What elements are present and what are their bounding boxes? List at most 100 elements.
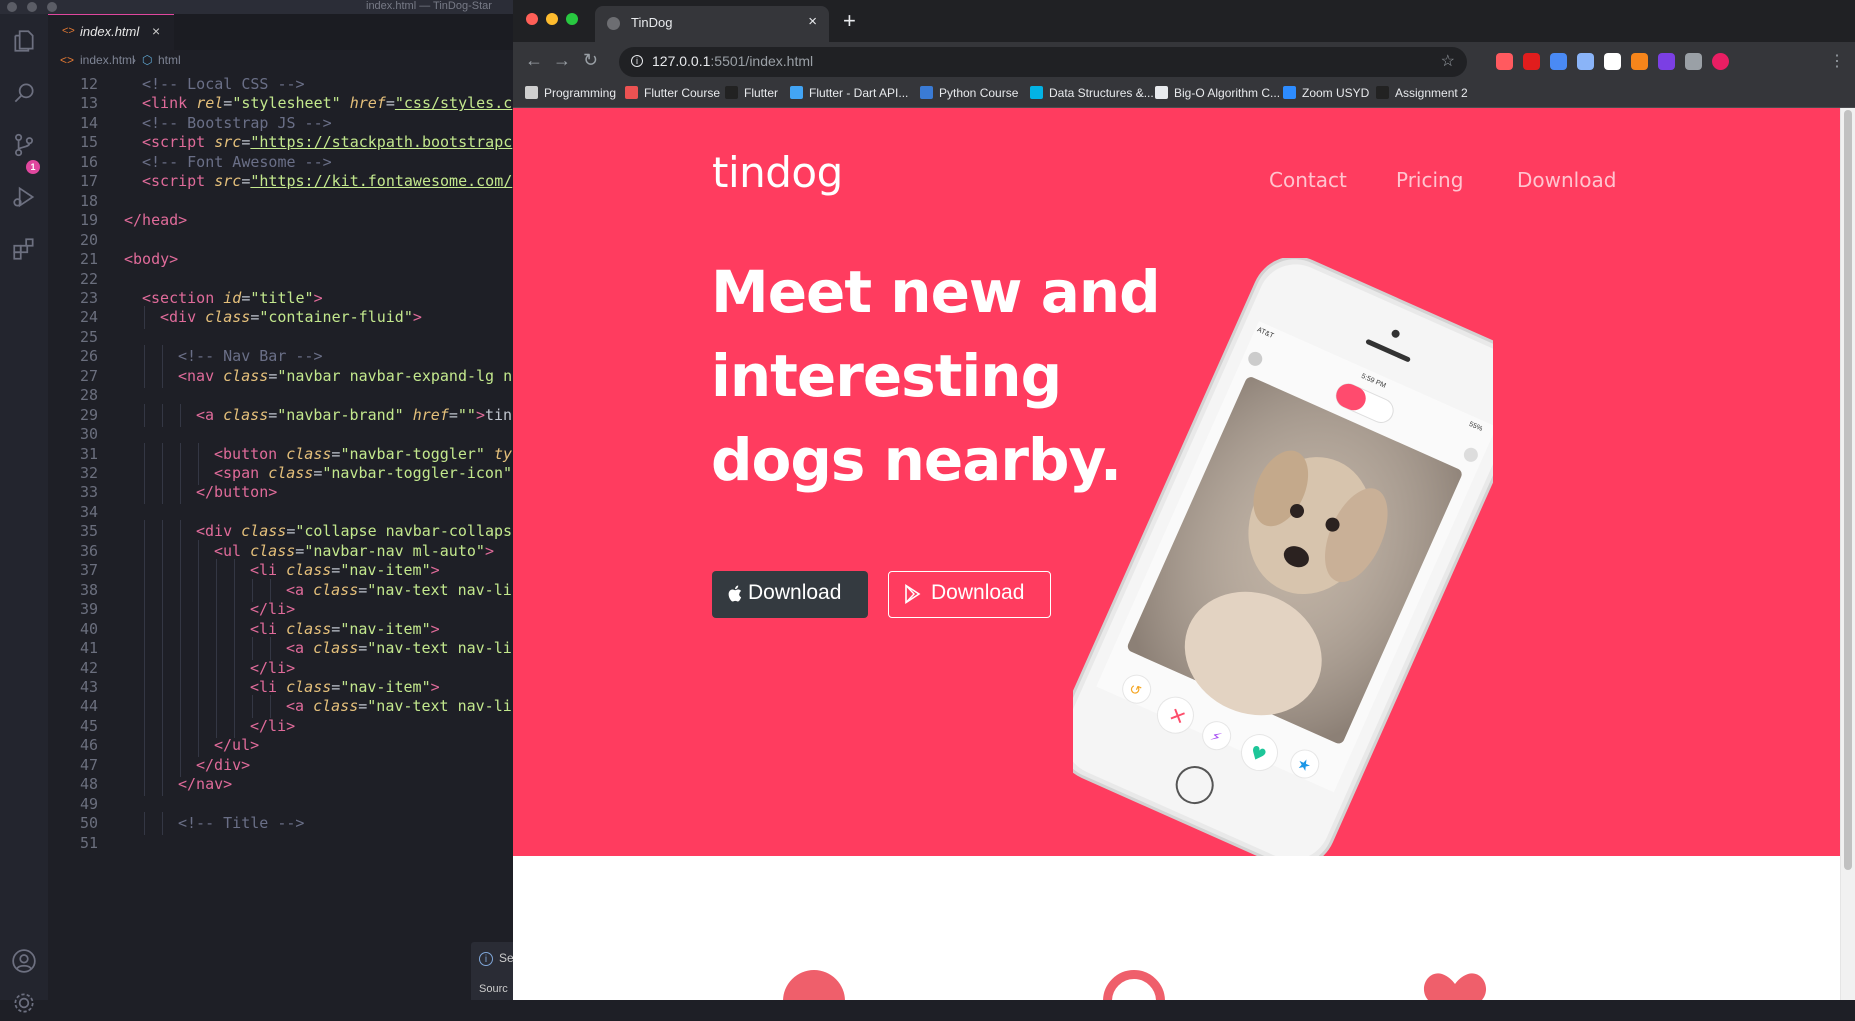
google-play-download-button[interactable]: Download [888, 571, 1051, 618]
notification-title: Se [499, 951, 514, 965]
bookmark-label: Programming [544, 86, 617, 100]
search-icon[interactable] [11, 80, 37, 106]
bookmark-item[interactable]: Big-O Algorithm C... [1155, 86, 1280, 100]
notion-icon[interactable] [1604, 53, 1621, 70]
brave-shield-icon[interactable] [1496, 53, 1513, 70]
browser-tab-strip: TinDog × + [513, 0, 1855, 42]
bookmarks-bar: Programming Flutter Course Flutter Flutter … [513, 82, 1855, 108]
new-tab-button[interactable]: + [843, 8, 856, 34]
source-control-badge: 1 [26, 160, 40, 174]
bookmark-label: Big-O Algorithm C... [1174, 86, 1281, 100]
account-icon[interactable] [11, 948, 37, 974]
line-number: 51 [79, 833, 98, 852]
google-play-download-label: Download [931, 581, 1025, 604]
bullseye-icon [1103, 970, 1165, 1000]
metamask-icon[interactable] [1631, 53, 1648, 70]
bookmark-item[interactable]: Zoom USYD [1283, 86, 1369, 100]
breadcrumb-separator: › [132, 53, 136, 67]
source-control-icon[interactable] [11, 132, 37, 158]
notification-toast[interactable]: i Se Sourc [471, 942, 514, 1000]
back-arrow-icon[interactable]: ← [525, 50, 543, 71]
browser-tab-tindog[interactable]: TinDog × [595, 6, 829, 42]
vscode-titlebar: index.html — TinDog-Star [0, 0, 513, 14]
tab-label: index.html [80, 24, 140, 39]
puzzle-icon[interactable] [1685, 53, 1702, 70]
breadcrumb: <> index.html › ⬡ html [48, 50, 513, 70]
hero-section: tindog Contact Pricing Download Meet new… [513, 108, 1840, 856]
flutter-icon [790, 86, 803, 99]
browser-window: TinDog × + ← → ↻ i 127.0.0.1:5501/index.… [513, 0, 1855, 1000]
udemy-icon [625, 86, 638, 99]
page-viewport: tindog Contact Pricing Download Meet new… [513, 108, 1840, 1000]
forward-arrow-icon[interactable]: → [553, 50, 571, 71]
html-file-icon: <> [60, 53, 75, 67]
bookmark-item[interactable]: Flutter Course [625, 86, 720, 100]
bookmark-item[interactable]: Data Structures &... [1030, 86, 1154, 100]
url-text[interactable]: 127.0.0.1:5501/index.html [652, 53, 813, 69]
address-bar[interactable]: i 127.0.0.1:5501/index.html ☆ [619, 47, 1467, 77]
breadcrumb-node[interactable]: html [158, 53, 181, 67]
window-minimize-button[interactable] [27, 2, 37, 12]
bookmark-item[interactable]: Flutter [725, 86, 778, 100]
apple-icon [728, 585, 742, 602]
google-play-icon [905, 584, 921, 604]
breadcrumb-file[interactable]: index.html [80, 53, 135, 67]
reload-icon[interactable]: ↻ [583, 50, 598, 71]
window-close-button[interactable] [7, 2, 17, 12]
google-translate-icon[interactable] [1550, 53, 1567, 70]
window-zoom-button[interactable] [47, 2, 57, 12]
code-line[interactable]: 51 [48, 832, 513, 855]
bookmark-label: Flutter Course [644, 86, 721, 100]
notification-source: Sourc [479, 983, 508, 995]
globe-icon [1155, 86, 1168, 99]
extensions-icon[interactable] [11, 236, 37, 262]
tab-close-icon[interactable]: × [152, 23, 160, 39]
tab-index-html[interactable]: <> index.html × [48, 14, 174, 50]
apple-download-button[interactable]: Download [712, 571, 868, 618]
code-editor[interactable]: <> index.html × <> index.html › ⬡ html 1… [48, 14, 513, 1000]
html-node-icon: ⬡ [142, 53, 153, 67]
menu-kebab-icon[interactable]: ⋮ [1829, 51, 1845, 71]
bookmark-item[interactable]: Flutter - Dart API... [790, 86, 908, 100]
bookmark-label: Zoom USYD [1302, 86, 1370, 100]
apple-download-label: Download [748, 581, 842, 604]
nav-link-pricing[interactable]: Pricing [1396, 168, 1463, 192]
bookmark-label: Flutter [744, 86, 779, 100]
info-icon: i [479, 952, 493, 966]
profile-avatar-icon[interactable] [1712, 53, 1729, 70]
bookmark-label: Python Course [939, 86, 1019, 100]
r-extension-icon[interactable] [1658, 53, 1675, 70]
bookmark-label: Data Structures &... [1049, 86, 1154, 100]
pen-icon[interactable] [1577, 53, 1594, 70]
site-info-icon[interactable]: i [631, 55, 643, 67]
browser-close-button[interactable] [526, 13, 538, 25]
browser-tab-close-icon[interactable]: × [808, 13, 817, 30]
github-icon [1376, 86, 1389, 99]
browser-zoom-button[interactable] [566, 13, 578, 25]
browser-toolbar: ← → ↻ i 127.0.0.1:5501/index.html ☆ ⋮ [513, 42, 1855, 82]
bookmark-item[interactable]: Programming [525, 86, 616, 100]
explorer-icon[interactable] [11, 28, 37, 54]
browser-minimize-button[interactable] [546, 13, 558, 25]
bookmark-item[interactable]: Python Course [920, 86, 1018, 100]
editor-tab-bar: <> index.html × [48, 14, 513, 50]
bookmark-label: Assignment 2 [1395, 86, 1468, 100]
nav-link-contact[interactable]: Contact [1269, 168, 1347, 192]
page-scrollbar[interactable] [1840, 108, 1855, 1000]
bookmark-item[interactable]: Assignment 2 [1376, 86, 1468, 100]
udacity-icon [1030, 86, 1043, 99]
nav-link-download[interactable]: Download [1517, 168, 1616, 192]
navbar-brand[interactable]: tindog [712, 148, 843, 197]
browser-tab-title: TinDog [631, 15, 673, 30]
bookmark-label: Flutter - Dart API... [809, 86, 909, 100]
favicon-icon [607, 17, 620, 30]
heart-icon [1422, 970, 1488, 1000]
settings-gear-icon[interactable] [11, 990, 37, 1016]
scrollbar-thumb[interactable] [1844, 110, 1852, 870]
adblock-icon[interactable] [1523, 53, 1540, 70]
run-debug-icon[interactable] [11, 184, 37, 210]
bookmark-star-icon[interactable]: ☆ [1441, 51, 1455, 71]
zoom-icon [1283, 86, 1296, 99]
check-circle-icon [783, 970, 845, 1000]
python-course-icon [920, 86, 933, 99]
